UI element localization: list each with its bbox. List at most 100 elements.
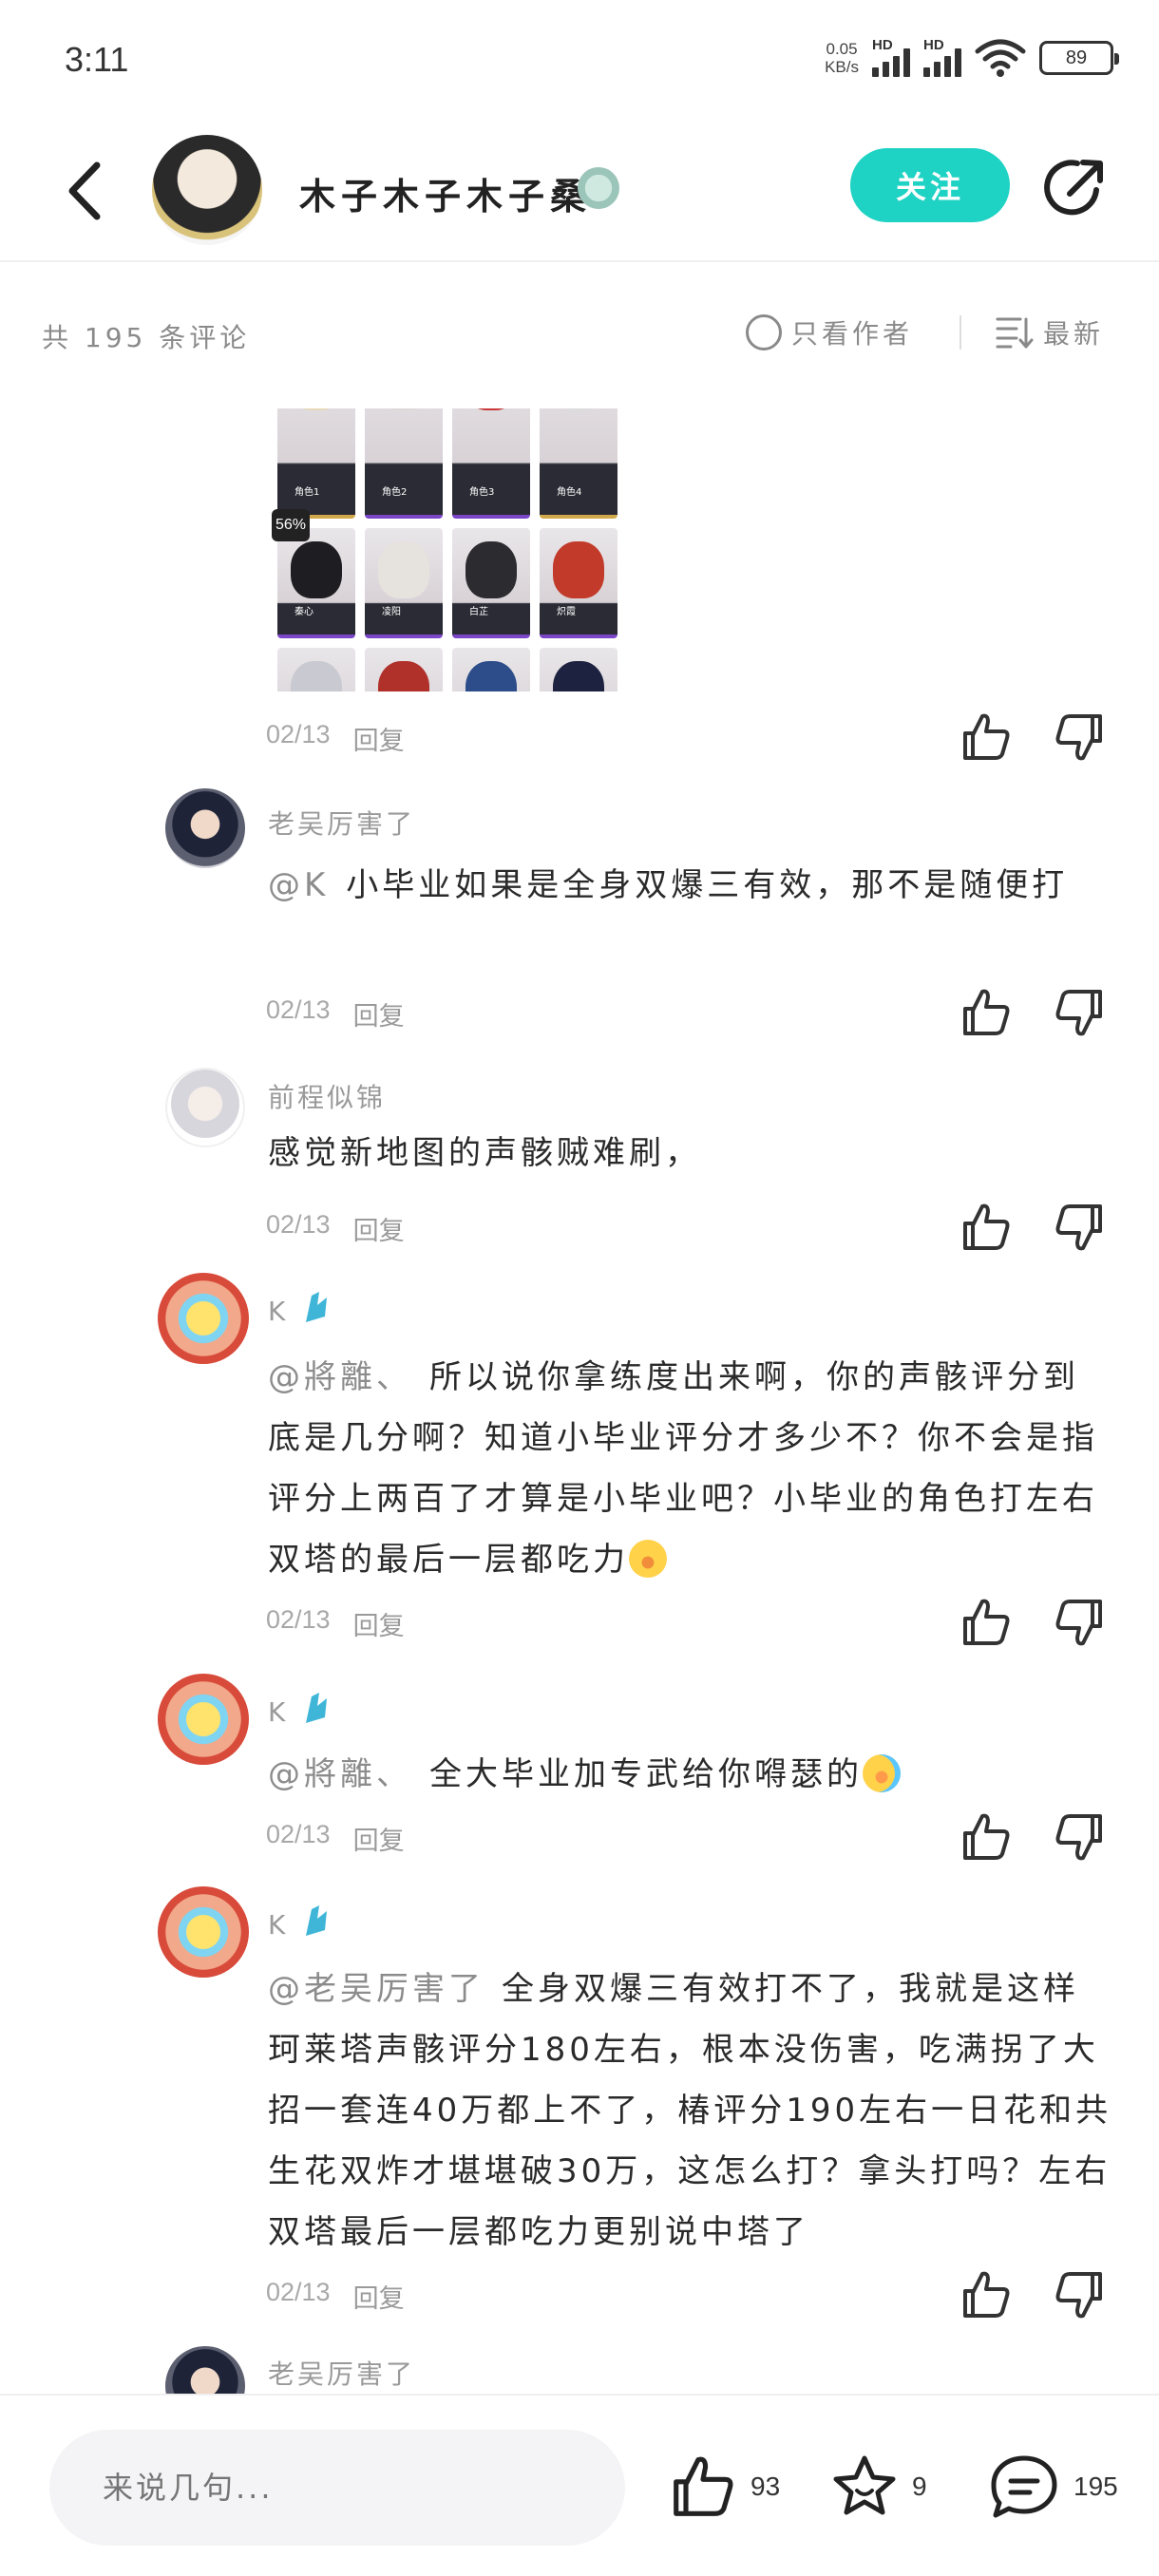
share-button[interactable] [1043, 154, 1110, 220]
star-icon [833, 2455, 896, 2515]
author-name[interactable]: 木子木子木子桑 [299, 167, 592, 219]
commenter-avatar[interactable] [158, 1273, 249, 1364]
smug-emoji-icon [629, 1540, 667, 1578]
comment-date: 02/13 [266, 995, 331, 1024]
commenter-name[interactable]: 前程似锦 [268, 1077, 386, 1115]
comment-text: @K 小毕业如果是全身双爆三有效，那不是随便打 [268, 866, 1069, 904]
sort-icon [996, 317, 1034, 349]
like-icon[interactable] [960, 986, 1013, 1039]
grid-tile: 角色1 [277, 408, 355, 519]
sort-button[interactable]: 最新 [996, 313, 1104, 351]
radio-icon [746, 314, 782, 350]
author-avatar[interactable] [152, 135, 262, 245]
dislike-icon[interactable] [1053, 1596, 1106, 1649]
comment-date: 02/13 [266, 720, 331, 748]
cellular-signal-2-icon: HD [923, 37, 961, 77]
post-header: 木子木子木子桑 关注 [0, 123, 1159, 262]
comment-meta: 02/13 回复 [266, 995, 405, 1032]
crying-laugh-emoji-icon [863, 1754, 901, 1792]
grid-tile: 凌阳 [365, 528, 443, 638]
author-level-badge [578, 167, 619, 209]
mention[interactable]: @將離、 [268, 1755, 412, 1793]
grid-tile: 角色4 [540, 408, 618, 519]
comment-image-grid[interactable]: 角色1 角色2 角色3 角色4 秦心 凌阳 白芷 炽霞 散华 折枝 渊武 秧秧 [277, 408, 621, 691]
dislike-icon[interactable] [1053, 710, 1106, 764]
follow-button[interactable]: 关注 [850, 148, 1010, 222]
grid-tile: 炽霞 [540, 528, 618, 638]
dislike-icon[interactable] [1053, 2268, 1106, 2321]
reply-button[interactable]: 回复 [353, 720, 405, 757]
like-post-button[interactable]: 93 [669, 2453, 780, 2521]
favorite-count: 9 [912, 2472, 927, 2501]
commenter-avatar[interactable] [158, 1674, 249, 1765]
commenter-name[interactable]: 老吴厉害了 [268, 2354, 415, 2392]
reply-button[interactable]: 回复 [353, 1605, 405, 1642]
dislike-icon[interactable] [1053, 1810, 1106, 1864]
grid-tile: 白芷 [452, 528, 530, 638]
sort-label: 最新 [1043, 318, 1105, 350]
reply-button[interactable]: 回复 [353, 2278, 405, 2315]
comment-text: 感觉新地图的声骸贼难刷， [268, 1134, 701, 1172]
comment-date: 02/13 [266, 1820, 331, 1848]
wifi-icon [975, 39, 1026, 77]
commenter-avatar[interactable] [165, 1068, 245, 1147]
network-speed: 0.05 KB/s [825, 40, 859, 76]
comment-item: 老吴厉害了 [0, 2346, 1159, 2394]
commenter-name[interactable]: 老吴厉害了 [268, 804, 415, 842]
status-bar: 3:11 0.05 KB/s HD HD 89 [0, 0, 1159, 123]
like-icon[interactable] [960, 1596, 1013, 1649]
mention[interactable]: @K [268, 866, 329, 904]
comment-input[interactable] [49, 2430, 625, 2546]
comment-count: 195 [1074, 2472, 1118, 2501]
level-badge-icon [306, 1693, 327, 1723]
bottom-action-bar: 93 9 195 [0, 2394, 1159, 2576]
comment-meta: 02/13 回复 [266, 720, 405, 757]
dislike-icon[interactable] [1053, 986, 1106, 1039]
level-badge-icon [306, 1905, 327, 1936]
grid-tile: 散华 [277, 648, 355, 691]
commenter-name[interactable]: K [268, 1696, 288, 1728]
comments-toolbar: 共 195 条评论 只看作者 最新 [0, 294, 1159, 370]
reply-button[interactable]: 回复 [353, 1820, 405, 1857]
dislike-icon[interactable] [1053, 1201, 1106, 1254]
divider [960, 315, 961, 350]
comment-text: @老吴厉害了 全身双爆三有效打不了，我就是这样珂莱塔声骸评分180左右，根本没伤害… [268, 1970, 1112, 2251]
comment-text: @將離、 所以说你拿练度出来啊，你的声骸评分到底是几分啊？知道小毕业评分才多少不？… [268, 1358, 1098, 1579]
grid-tile: 秦心 [277, 528, 355, 638]
status-time: 3:11 [65, 40, 129, 79]
author-only-label: 只看作者 [791, 318, 914, 350]
battery-icon: 89 [1039, 41, 1119, 75]
cellular-signal-icon: HD [872, 37, 910, 77]
like-icon[interactable] [960, 710, 1013, 764]
mention[interactable]: @將離、 [268, 1358, 412, 1396]
like-count: 93 [750, 2472, 781, 2501]
like-icon[interactable] [960, 1201, 1013, 1254]
comment-meta: 02/13 回复 [266, 1820, 405, 1857]
comment-bubble-icon [991, 2455, 1057, 2518]
reply-button[interactable]: 回复 [353, 1210, 405, 1247]
grid-tile: 渊武 [452, 648, 530, 691]
like-icon[interactable] [960, 2268, 1013, 2321]
comment-count-label: 共 195 条评论 [42, 322, 251, 353]
author-only-toggle[interactable]: 只看作者 [746, 313, 913, 351]
grid-tile: 角色2 [365, 408, 443, 519]
comment-meta: 02/13 回复 [266, 1605, 405, 1642]
favorite-button[interactable]: 9 [830, 2453, 927, 2521]
back-button[interactable] [57, 158, 114, 224]
comment-date: 02/13 [266, 1605, 331, 1634]
grid-tile: 秧秧 [540, 648, 618, 691]
thumbs-up-icon [674, 2456, 733, 2516]
mention[interactable]: @老吴厉害了 [268, 1970, 484, 2008]
comment-text: @將離、 全大毕业加专武给你嘚瑟的 [268, 1744, 1113, 1805]
reply-button[interactable]: 回复 [353, 995, 405, 1032]
commenter-name[interactable]: K [268, 1296, 288, 1327]
commenter-name[interactable]: K [268, 1909, 288, 1941]
commenter-avatar[interactable] [165, 2346, 245, 2394]
status-icons: 0.05 KB/s HD HD 89 [825, 37, 1119, 78]
comment-button[interactable]: 195 [988, 2453, 1118, 2521]
comment-meta: 02/13 回复 [266, 1210, 405, 1247]
image-progress-badge: 56% [272, 509, 310, 541]
commenter-avatar[interactable] [158, 1886, 249, 1978]
like-icon[interactable] [960, 1810, 1013, 1864]
commenter-avatar[interactable] [165, 788, 245, 868]
